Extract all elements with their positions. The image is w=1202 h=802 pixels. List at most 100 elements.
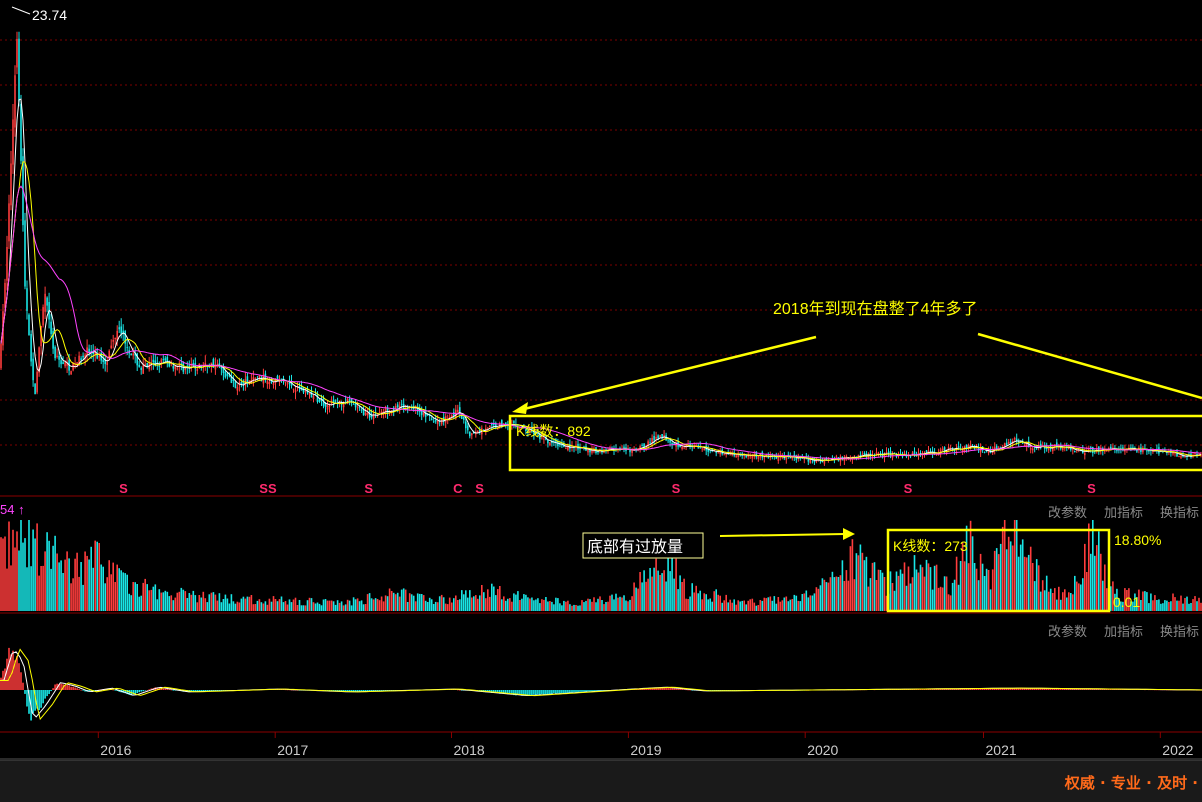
candle-body (16, 39, 18, 68)
candle-body (803, 458, 806, 460)
candle-body (196, 368, 199, 371)
volume-bar (372, 599, 375, 611)
volume-bar (529, 598, 531, 611)
volume-bar (915, 569, 918, 611)
volume-bar (901, 573, 904, 611)
volume-bar (152, 586, 155, 611)
volume-bar (1005, 549, 1008, 611)
macd-bar (16, 656, 18, 690)
volume-bar (571, 605, 573, 611)
candle-body (176, 368, 179, 370)
volume-bar (773, 596, 776, 611)
volume-bar (1106, 588, 1108, 611)
volume-bar (891, 583, 894, 611)
candle-body (318, 399, 321, 402)
macd-bar (82, 690, 84, 691)
moving-average-lines (0, 98, 1202, 462)
volume-bar (82, 584, 84, 611)
volume-bar (228, 603, 231, 611)
volume-bar (1150, 593, 1152, 611)
volume-bar (1186, 596, 1188, 611)
volume-bar (1049, 588, 1052, 611)
volume-bar (1066, 597, 1068, 611)
volume-bar (262, 603, 265, 611)
volume-bar (388, 588, 391, 611)
volume-bar (236, 601, 239, 611)
macd-add-indicator-button[interactable]: 加指标 (1104, 621, 1143, 640)
volume-bar (627, 601, 629, 611)
macd-bar (136, 690, 138, 694)
volume-bar (975, 568, 978, 611)
candle-body (436, 420, 439, 425)
volume-bar (304, 605, 307, 611)
candle-body (735, 455, 737, 458)
macd-bar (533, 690, 535, 695)
volume-bar (883, 577, 886, 611)
volume-bar (368, 593, 371, 611)
volume-bar (308, 597, 311, 611)
volume-bar (378, 600, 381, 611)
volume-bar (330, 600, 333, 611)
volume-bar (358, 601, 361, 611)
candle-body (505, 422, 507, 425)
macd-switch-indicator-button[interactable]: 换指标 (1160, 621, 1199, 640)
x-tick-label: 2019 (630, 742, 661, 758)
candle-body (863, 453, 866, 455)
volume-bar (396, 592, 399, 611)
volume-bar (465, 590, 467, 611)
volume-bar (266, 604, 269, 611)
volume-bar (1001, 526, 1004, 611)
macd-bar (569, 690, 571, 693)
candle-body (96, 354, 98, 359)
volume-bar (633, 582, 635, 611)
volume-bar (653, 567, 655, 611)
vol-add-indicator-button[interactable]: 加指标 (1104, 502, 1143, 521)
volume-bar (1047, 591, 1050, 611)
candle-body (465, 421, 467, 429)
volume-bar (971, 536, 974, 611)
volume-bar (336, 600, 339, 611)
volume-bar (707, 599, 709, 611)
volume-bar (154, 584, 157, 611)
vol-switch-indicator-button[interactable]: 换指标 (1160, 502, 1199, 521)
volume-bar (448, 597, 451, 611)
volume-bar (585, 600, 587, 611)
vol-change-params-button[interactable]: 改参数 (1048, 502, 1087, 521)
price-box-label: K线数：892 (516, 423, 591, 439)
volume-bar (286, 604, 289, 611)
volume-bar (861, 552, 864, 611)
volume-bar (436, 602, 439, 611)
candle-body (352, 404, 355, 405)
volume-bar (913, 555, 916, 611)
macd-bar (519, 690, 521, 695)
macd-bar (583, 690, 585, 692)
event-marker-s: S (475, 481, 484, 496)
volume-bar (220, 602, 223, 611)
candle-body (370, 415, 373, 418)
candle-body (587, 449, 589, 453)
volume-bar (164, 590, 167, 611)
macd-bar (48, 690, 50, 694)
volume-bar (595, 602, 597, 611)
macd-change-params-button[interactable]: 改参数 (1048, 621, 1087, 640)
volume-bar (320, 605, 323, 611)
volume-bar (853, 579, 856, 611)
candle-body (469, 431, 471, 437)
candle-body (26, 288, 28, 311)
volume-bar (352, 597, 355, 611)
volume-bar (669, 571, 671, 611)
volume-bar (328, 600, 331, 611)
x-tick-label: 2016 (100, 742, 131, 758)
macd-bar (20, 672, 22, 690)
volume-bar (467, 597, 469, 611)
candle-body (386, 407, 389, 414)
volume-bar (86, 555, 88, 611)
volume-bar (503, 596, 505, 611)
candle-body (60, 360, 62, 365)
volume-bar (497, 589, 499, 611)
volume-bar (132, 582, 134, 611)
candle-body (328, 406, 331, 407)
candle-body (1029, 448, 1032, 450)
volume-bar (36, 523, 38, 611)
macd-bar (38, 690, 40, 711)
